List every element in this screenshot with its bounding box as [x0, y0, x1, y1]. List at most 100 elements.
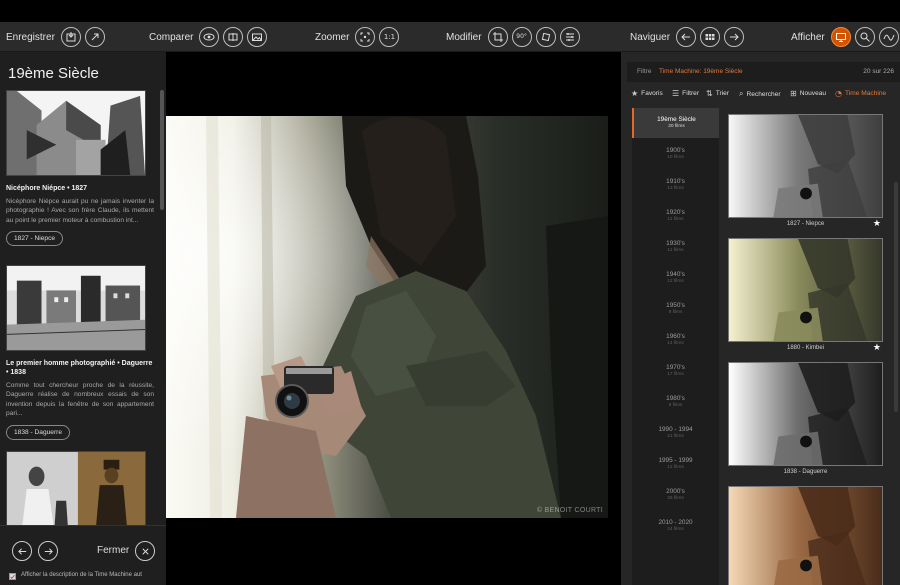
film-grid-scrollbar[interactable] — [894, 182, 898, 412]
time-machine-panel: 19ème Siècle Nicéphore Niépce • 1827 Nic… — [0, 52, 166, 585]
close-label: Fermer — [97, 545, 130, 556]
decade-film-count: 12 films — [667, 465, 684, 470]
story-title: Nicéphore Niépce • 1827 — [6, 185, 88, 192]
decade-item[interactable]: 1920's 11 films — [632, 201, 719, 231]
film-thumbnail[interactable] — [728, 114, 883, 218]
decade-name: 2000's — [666, 488, 685, 495]
checkmark-icon — [10, 574, 15, 579]
story-thumbnail-niepce[interactable] — [6, 90, 146, 176]
story-list[interactable]: Nicéphore Niépce • 1827 Nicéphore Niépce… — [0, 89, 166, 525]
film-card[interactable]: 1838 - Daguerre — [728, 362, 883, 480]
film-thumbnail[interactable] — [728, 238, 883, 342]
compare-split-icon[interactable] — [223, 27, 244, 47]
display-screen-icon[interactable] — [830, 27, 851, 47]
decade-item[interactable]: 1990 - 1994 21 films — [632, 418, 719, 448]
decade-list[interactable]: 19ème Siècle 20 films 1900's 10 films 1910's… — [632, 108, 719, 585]
story-card[interactable] — [6, 451, 154, 525]
sort-button[interactable]: ⇅ Trier — [706, 89, 729, 98]
favorite-star-icon[interactable]: ★ — [873, 219, 881, 229]
decade-item[interactable]: 2000's 25 films — [632, 480, 719, 510]
decade-name: 19ème Siècle — [657, 116, 696, 123]
decade-name: 1930's — [666, 240, 685, 247]
story-description: Comme tout chercheur proche de la réussi… — [6, 382, 154, 418]
decade-film-count: 11 films — [667, 217, 684, 222]
toolbar-group-display: Afficher — [791, 25, 900, 49]
filter-value[interactable]: Time Machine: 19ème Siècle — [659, 68, 743, 75]
story-title: Le premier homme photographié • Daguerre… — [6, 360, 153, 376]
decade-name: 1995 - 1999 — [658, 457, 693, 464]
arrow-right-icon[interactable] — [724, 27, 745, 47]
search-button[interactable]: ⌕ Rechercher — [739, 89, 781, 99]
decade-name: 1920's — [666, 209, 685, 216]
next-story-button[interactable] — [38, 541, 58, 561]
time-machine-button[interactable]: ◔ Time Machine — [835, 89, 886, 98]
film-grid[interactable]: 1827 - Niepce ★ 1880 - Kimbei ★ 1838 - Dague… — [721, 108, 891, 585]
toolbar-label-compare: Comparer — [149, 31, 194, 43]
search-label: Rechercher — [746, 90, 781, 98]
decade-item[interactable]: 1960's 14 films — [632, 325, 719, 355]
histogram-icon[interactable] — [878, 27, 899, 47]
rotate-90-icon[interactable]: 90° — [511, 27, 532, 47]
decade-item[interactable]: 1910's 13 films — [632, 170, 719, 200]
favorites-button[interactable]: ★ Favoris — [631, 89, 663, 98]
decade-film-count: 12 films — [667, 279, 684, 284]
decade-item[interactable]: 1950's 9 films — [632, 294, 719, 324]
story-list-scrollbar[interactable] — [160, 90, 164, 210]
filter-bar: Filtre Time Machine: 19ème Siècle 20 sur… — [627, 62, 900, 82]
panel-footer: Fermer Afficher la description de la Tim… — [0, 525, 166, 585]
film-thumbnail[interactable] — [728, 362, 883, 466]
toolbar-group-compare: Comparer — [149, 25, 271, 49]
decade-item[interactable]: 1995 - 1999 12 films — [632, 449, 719, 479]
story-thumbnail-daguerre[interactable] — [6, 265, 146, 351]
film-thumbnail[interactable] — [728, 486, 883, 585]
eye-icon[interactable] — [199, 27, 220, 47]
decade-name: 1970's — [666, 364, 685, 371]
zoom-one-to-one-button[interactable]: 1:1 — [379, 27, 400, 47]
film-caption: 1827 - Niepce — [786, 221, 825, 227]
decade-item[interactable]: 1980's 8 films — [632, 387, 719, 417]
time-machine-label: Time Machine — [844, 90, 887, 97]
decade-item[interactable]: 1970's 17 films — [632, 356, 719, 386]
decade-name: 1990 - 1994 — [658, 426, 693, 433]
film-card[interactable]: 1880 - Kimbei ★ — [728, 238, 883, 356]
main-photo-viewer[interactable]: © BENOIT COURTI — [166, 116, 608, 518]
toolbar-group-navigate: Naviguer — [630, 25, 748, 49]
film-card[interactable] — [728, 486, 883, 585]
decade-film-count: 8 films — [668, 403, 683, 408]
arrow-left-icon[interactable] — [676, 27, 697, 47]
decade-film-count: 24 films — [667, 527, 684, 532]
show-description-checkbox[interactable] — [9, 573, 16, 580]
toolbar-label-zoom: Zoomer — [315, 31, 350, 43]
story-tag-button[interactable]: 1838 - Daguerre — [6, 424, 71, 440]
new-button[interactable]: ⊞ Nouveau — [790, 89, 826, 98]
decade-name: 1900's — [666, 147, 685, 154]
story-card[interactable]: Nicéphore Niépce • 1827 Nicéphore Niépce… — [6, 90, 154, 247]
story-thumbnail-portraits[interactable] — [6, 451, 146, 525]
film-card[interactable]: 1827 - Niepce ★ — [728, 114, 883, 232]
crop-icon[interactable] — [487, 27, 508, 47]
decade-item[interactable]: 2010 - 2020 24 films — [632, 511, 719, 541]
save-export-icon[interactable] — [84, 27, 105, 47]
straighten-icon[interactable] — [535, 27, 556, 47]
decade-item[interactable]: 19ème Siècle 20 films — [632, 108, 719, 138]
decade-film-count: 20 films — [668, 124, 685, 129]
decade-film-count: 13 films — [667, 186, 684, 191]
story-tag-button[interactable]: 1827 - Niepce — [6, 231, 64, 247]
decade-name: 1950's — [666, 302, 685, 309]
magnify-icon[interactable] — [854, 27, 875, 47]
decade-name: 2010 - 2020 — [658, 519, 693, 526]
arrow-left-icon — [17, 547, 26, 555]
compare-images-icon[interactable] — [247, 27, 268, 47]
close-button[interactable] — [135, 541, 155, 561]
story-card[interactable]: Le premier homme photographié • Daguerre… — [6, 265, 154, 440]
zoom-fit-icon[interactable] — [355, 27, 376, 47]
decade-item[interactable]: 1930's 11 films — [632, 232, 719, 262]
favorite-star-icon[interactable]: ★ — [873, 343, 881, 353]
grid-icon[interactable] — [700, 27, 721, 47]
decade-item[interactable]: 1940's 12 films — [632, 263, 719, 293]
previous-story-button[interactable] — [12, 541, 32, 561]
save-image-icon[interactable] — [60, 27, 81, 47]
decade-item[interactable]: 1900's 10 films — [632, 139, 719, 169]
adjust-sliders-icon[interactable] — [559, 27, 580, 47]
filter-button[interactable]: ☰ Filtrer — [672, 89, 699, 98]
